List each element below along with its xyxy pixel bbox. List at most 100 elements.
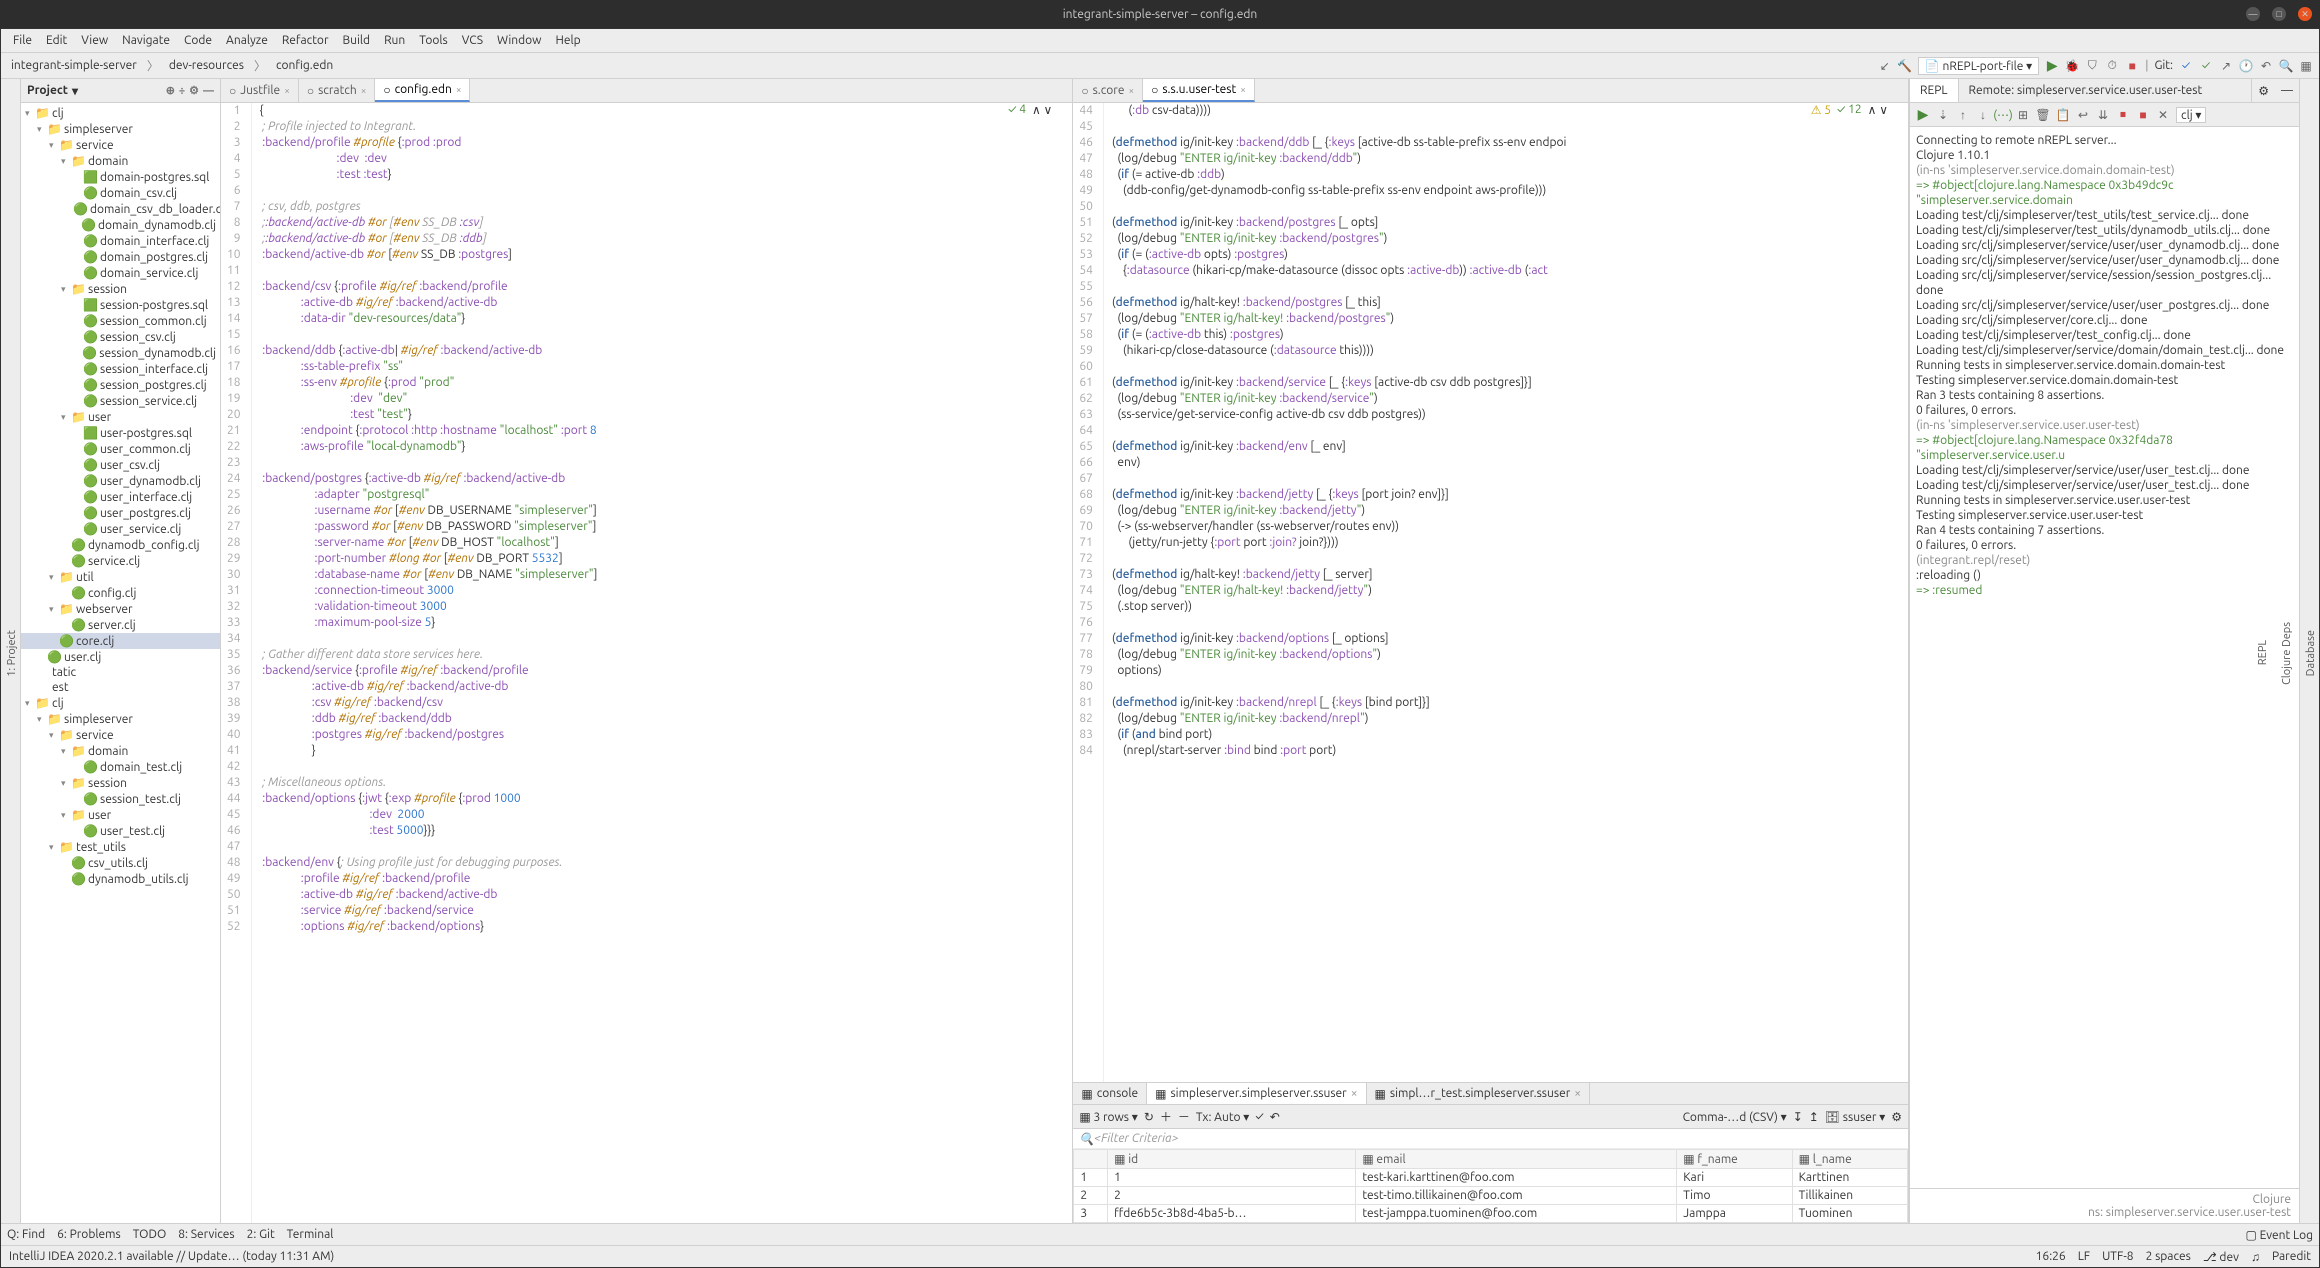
status-item[interactable]: 16:26: [2036, 1250, 2066, 1264]
db-tab[interactable]: ▦simpl…r_test.simpleserver.ssuser×: [1367, 1083, 1591, 1104]
repl-scroll-icon[interactable]: ⇊: [2096, 108, 2110, 122]
status-message[interactable]: IntelliJ IDEA 2020.2.1 available // Upda…: [9, 1250, 334, 1263]
sidebar-tab[interactable]: Clojure Deps: [2279, 618, 2295, 689]
db-export-icon[interactable]: ↧: [1793, 1110, 1803, 1124]
tree-item[interactable]: 🟩session-postgres.sql: [21, 297, 220, 313]
hide-icon[interactable]: —: [203, 85, 214, 97]
tree-item[interactable]: 🟢user_test.clj: [21, 823, 220, 839]
menu-window[interactable]: Window: [491, 32, 547, 49]
tree-item[interactable]: ▾📁user: [21, 807, 220, 823]
db-import-icon[interactable]: ↥: [1809, 1110, 1819, 1124]
editor-tab[interactable]: ○Justfile×: [221, 79, 299, 102]
tree-item[interactable]: 🟢core.clj: [21, 633, 220, 649]
status-item[interactable]: ♫: [2251, 1250, 2260, 1264]
hammer-icon[interactable]: 🔨: [1898, 59, 1912, 73]
db-ddl-dropdown[interactable]: Comma-…d (CSV) ▾: [1683, 1110, 1787, 1124]
status-item[interactable]: UTF-8: [2102, 1250, 2133, 1264]
tree-item[interactable]: 🟢dynamodb_config.clj: [21, 537, 220, 553]
tree-item[interactable]: ▾📁test_utils: [21, 839, 220, 855]
sidebar-tab[interactable]: Database: [2303, 626, 2319, 680]
bottom-tool[interactable]: 2: Git: [247, 1228, 275, 1241]
db-add-icon[interactable]: ＋: [1160, 1108, 1172, 1125]
tree-item[interactable]: ▾📁domain: [21, 743, 220, 759]
tree-item[interactable]: 🟢session_csv.clj: [21, 329, 220, 345]
expand-icon[interactable]: ÷: [179, 85, 185, 97]
db-remove-icon[interactable]: －: [1178, 1108, 1190, 1125]
menu-file[interactable]: File: [7, 32, 38, 49]
tree-item[interactable]: 🟢user.clj: [21, 649, 220, 665]
tree-item[interactable]: 🟢user_interface.clj: [21, 489, 220, 505]
editor-left[interactable]: 1234567891011121314151617181920212223242…: [221, 103, 1072, 1223]
db-datasource[interactable]: 🗄 ssuser ▾: [1825, 1110, 1885, 1124]
editor-tab[interactable]: ○s.s.u.user-test×: [1143, 79, 1255, 102]
settings-icon[interactable]: ▦: [2299, 59, 2313, 73]
editor-right[interactable]: 4445464748495051525354555657585960616263…: [1073, 103, 1908, 1082]
tree-item[interactable]: 🟢dynamodb_utils.clj: [21, 871, 220, 887]
db-settings-icon[interactable]: ⚙: [1891, 1110, 1902, 1124]
repl-ns-input[interactable]: clj ▾: [2176, 107, 2206, 123]
repl-interrupt-icon[interactable]: ⏹: [2116, 108, 2130, 122]
menu-navigate[interactable]: Navigate: [116, 32, 176, 49]
db-filter-input[interactable]: 🔍 <Filter Criteria>: [1073, 1129, 1908, 1149]
menu-help[interactable]: Help: [549, 32, 586, 49]
repl-nav-icon[interactable]: ⇣: [1936, 108, 1950, 122]
editor-tab[interactable]: ○config.edn×: [375, 79, 470, 102]
repl-close-icon[interactable]: ✕: [2156, 108, 2170, 122]
repl-gear-icon[interactable]: ⚙: [2252, 84, 2275, 98]
repl-tab[interactable]: REPL: [1910, 79, 1959, 102]
repl-remote-tab[interactable]: Remote: simpleserver.service.user.user-t…: [1959, 79, 2253, 102]
repl-down-icon[interactable]: ↓: [1976, 108, 1990, 122]
minimize-button[interactable]: —: [2246, 7, 2260, 21]
bottom-tool[interactable]: 6: Problems: [57, 1228, 121, 1241]
menu-vcs[interactable]: VCS: [456, 32, 489, 49]
menu-run[interactable]: Run: [378, 32, 411, 49]
run-button[interactable]: ▶: [2045, 59, 2059, 73]
tree-item[interactable]: 🟢session_service.clj: [21, 393, 220, 409]
repl-hide-icon[interactable]: —: [2275, 84, 2299, 97]
repl-soft-wrap-icon[interactable]: ↩: [2076, 108, 2090, 122]
tree-item[interactable]: ▾📁clj: [21, 695, 220, 711]
maximize-button[interactable]: □: [2272, 7, 2286, 21]
tree-item[interactable]: 🟢server.clj: [21, 617, 220, 633]
tree-item[interactable]: ▾📁util: [21, 569, 220, 585]
tree-item[interactable]: 🟢domain_csv_db_loader.clj: [21, 201, 220, 217]
tree-item[interactable]: ▾📁clj: [21, 105, 220, 121]
repl-stop-icon[interactable]: ■: [2136, 108, 2150, 122]
search-icon[interactable]: 🔍: [2279, 59, 2293, 73]
tree-item[interactable]: est: [21, 680, 220, 695]
menu-edit[interactable]: Edit: [40, 32, 73, 49]
menu-refactor[interactable]: Refactor: [276, 32, 335, 49]
repl-load-icon[interactable]: (⋯): [1996, 108, 2010, 122]
tree-item[interactable]: 🟢service.clj: [21, 553, 220, 569]
tree-item[interactable]: ▾📁service: [21, 727, 220, 743]
status-item[interactable]: Paredit: [2272, 1250, 2311, 1264]
git-history-icon[interactable]: 🕐: [2239, 59, 2253, 73]
repl-up-icon[interactable]: ↑: [1956, 108, 1970, 122]
git-update-icon[interactable]: ✓: [2179, 59, 2193, 73]
tree-item[interactable]: 🟢config.clj: [21, 585, 220, 601]
tree-item[interactable]: ▾📁session: [21, 775, 220, 791]
tree-item[interactable]: ▾📁session: [21, 281, 220, 297]
editor-tab[interactable]: ○s.core×: [1073, 79, 1143, 102]
tree-item[interactable]: 🟢session_common.clj: [21, 313, 220, 329]
repl-output[interactable]: Connecting to remote nREPL server...Cloj…: [1910, 127, 2299, 1188]
tree-item[interactable]: 🟢user_dynamodb.clj: [21, 473, 220, 489]
tree-item[interactable]: ▾📁simpleserver: [21, 711, 220, 727]
git-commit-icon[interactable]: ✓: [2199, 59, 2213, 73]
bottom-tool[interactable]: Terminal: [287, 1228, 334, 1241]
select-target-icon[interactable]: ⊕: [166, 84, 175, 97]
run-config-dropdown[interactable]: 📄 nREPL-port-file ▾: [1918, 57, 2039, 75]
breadcrumb-item[interactable]: integrant-simple-server: [7, 57, 141, 74]
tree-item[interactable]: 🟢domain_test.clj: [21, 759, 220, 775]
db-tab[interactable]: ▦console: [1073, 1083, 1147, 1104]
repl-copy-icon[interactable]: 📋: [2056, 108, 2070, 122]
tree-item[interactable]: 🟢domain_service.clj: [21, 265, 220, 281]
menu-code[interactable]: Code: [178, 32, 218, 49]
tree-item[interactable]: 🟢domain_postgres.clj: [21, 249, 220, 265]
tree-item[interactable]: tatic: [21, 665, 220, 680]
repl-run-icon[interactable]: ▶: [1916, 108, 1930, 122]
tree-item[interactable]: 🟢domain_csv.clj: [21, 185, 220, 201]
debug-icon[interactable]: 🐞: [2065, 59, 2079, 73]
db-tab[interactable]: ▦simpleserver.simpleserver.ssuser×: [1147, 1083, 1366, 1104]
menu-build[interactable]: Build: [337, 32, 377, 49]
